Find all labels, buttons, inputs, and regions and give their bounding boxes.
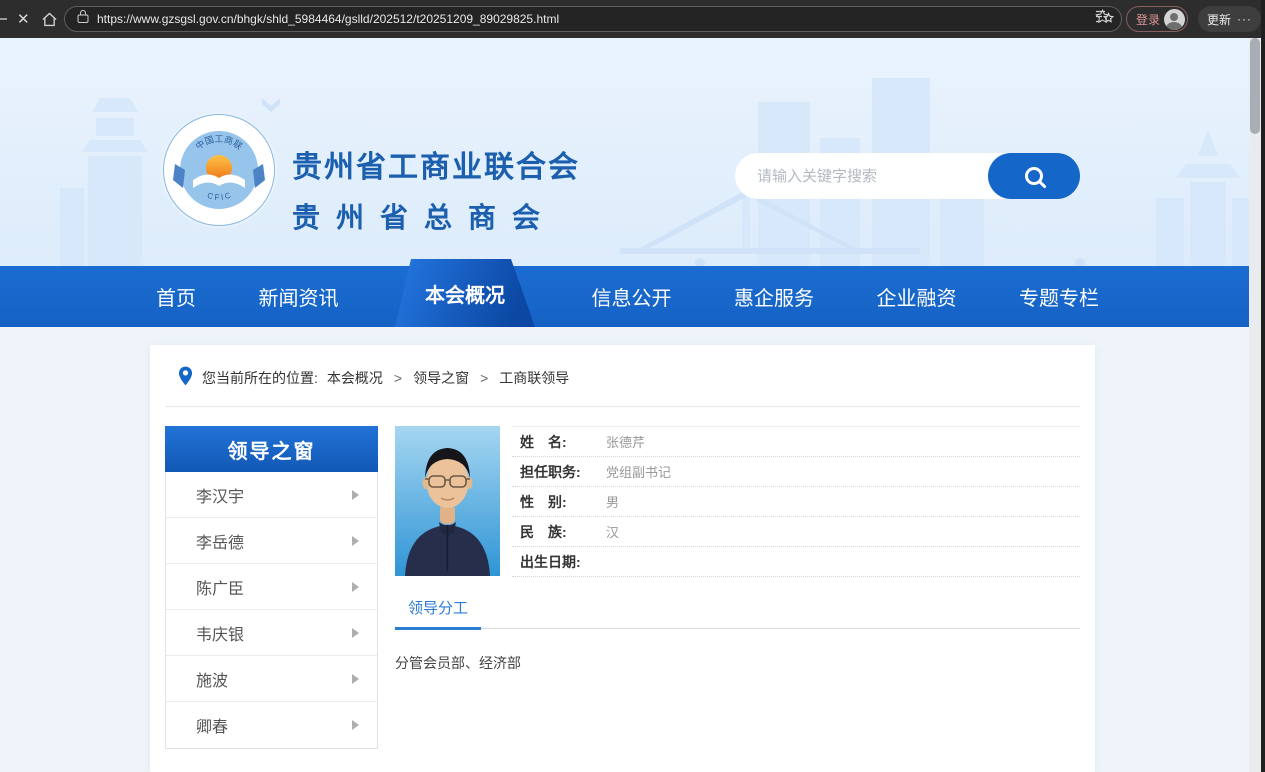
update-label: 更新 xyxy=(1207,11,1231,28)
page: ✕ https://www.gzsgsl.gov.cn/bhgk/shld_59… xyxy=(0,0,1265,772)
scrollbar-thumb[interactable] xyxy=(1250,38,1260,134)
breadcrumb-prefix: 您当前所在的位置: xyxy=(202,368,318,388)
login-label: 登录 xyxy=(1136,11,1160,28)
field-row-name: 姓 名: 张德芹 xyxy=(512,427,1080,457)
chevron-right-icon xyxy=(352,674,359,684)
nav-item-news[interactable]: 新闻资讯 xyxy=(253,266,345,327)
sidebar-item-shi-bo[interactable]: 施波 xyxy=(166,656,377,702)
nav-item-special-topics[interactable]: 专题专栏 xyxy=(1013,266,1105,327)
location-pin-icon xyxy=(178,366,193,389)
breadcrumb-item-about[interactable]: 本会概况 xyxy=(327,368,383,388)
url-text[interactable]: https://www.gzsgsl.gov.cn/bhgk/shld_5984… xyxy=(97,12,1094,26)
browser-update-button[interactable]: 更新 ··· xyxy=(1198,6,1261,32)
chevron-right-icon xyxy=(352,582,359,592)
main-nav: 首页 新闻资讯 本会概况 信息公开 惠企服务 企业融资 专题专栏 xyxy=(0,266,1265,327)
tab-leader-duties[interactable]: 领导分工 xyxy=(395,597,481,630)
chevron-right-icon xyxy=(352,536,359,546)
breadcrumb-separator: > xyxy=(480,370,488,386)
breadcrumb: 您当前所在的位置: 本会概况 > 领导之窗 > 工商联领导 xyxy=(150,345,1095,406)
lock-icon xyxy=(77,9,89,29)
nav-item-about-active[interactable]: 本会概况 xyxy=(395,259,535,327)
sidebar-item-li-yuede[interactable]: 李岳德 xyxy=(166,518,377,564)
sidebar-item-qing-chun[interactable]: 卿春 xyxy=(166,702,377,748)
browser-menu-icon[interactable]: ··· xyxy=(1237,12,1252,26)
chevron-right-icon xyxy=(352,490,359,500)
leaders-sidebar: 领导之窗 李汉宇 李岳德 陈广臣 韦庆银 施波 卿春 xyxy=(165,426,378,749)
duty-description: 分管会员部、经济部 xyxy=(395,653,1080,673)
search-icon xyxy=(1025,167,1043,185)
nav-item-home[interactable]: 首页 xyxy=(150,266,202,327)
sidebar-item-chen-guangchen[interactable]: 陈广臣 xyxy=(166,564,377,610)
toolbar-edge-fragment xyxy=(0,18,7,20)
content-card: 您当前所在的位置: 本会概况 > 领导之窗 > 工商联领导 领导之窗 李汉宇 李… xyxy=(150,345,1095,772)
window-edge xyxy=(1261,0,1265,772)
close-tab-icon[interactable]: ✕ xyxy=(17,0,30,38)
breadcrumb-item-leaders-window[interactable]: 领导之窗 xyxy=(413,368,469,388)
site-search xyxy=(735,153,1080,199)
leader-portrait-photo xyxy=(395,426,500,576)
org-title-line2: 贵州省总商会 xyxy=(292,196,580,236)
sidebar-item-li-hanyu[interactable]: 李汉宇 xyxy=(166,472,377,518)
chevron-right-icon xyxy=(352,720,359,730)
page-scrollbar[interactable] xyxy=(1249,38,1261,772)
login-button[interactable]: 登录 xyxy=(1126,6,1188,32)
org-logo: 中国工商联 C F I C xyxy=(163,114,275,226)
home-icon[interactable] xyxy=(41,11,58,33)
profile-avatar-icon xyxy=(1164,9,1185,30)
field-row-gender: 性 别: 男 xyxy=(512,487,1080,517)
nav-item-enterprise-services[interactable]: 惠企服务 xyxy=(728,266,820,327)
org-title-line1: 贵州省工商业联合会 xyxy=(292,142,580,186)
breadcrumb-item-federation-leaders[interactable]: 工商联领导 xyxy=(499,368,569,388)
site-header: 中国工商联 C F I C 贵州省工商业联合会 贵州省总商会 xyxy=(0,38,1265,266)
sidebar-item-wei-qingyin[interactable]: 韦庆银 xyxy=(166,610,377,656)
field-row-ethnicity: 民 族: 汉 xyxy=(512,517,1080,547)
browser-chrome: ✕ https://www.gzsgsl.gov.cn/bhgk/shld_59… xyxy=(0,0,1265,38)
address-bar[interactable]: https://www.gzsgsl.gov.cn/bhgk/shld_5984… xyxy=(64,6,1122,32)
profile-tabs: 领导分工 xyxy=(395,597,1080,629)
nav-item-enterprise-financing[interactable]: 企业融资 xyxy=(871,266,963,327)
field-row-position: 担任职务: 党组副书记 xyxy=(512,457,1080,487)
collections-icon[interactable] xyxy=(1095,9,1114,30)
leader-profile: 姓 名: 张德芹 担任职务: 党组副书记 性 别: 男 民 族: xyxy=(395,426,1080,749)
sidebar-title: 领导之窗 xyxy=(165,426,378,472)
chevron-right-icon xyxy=(352,628,359,638)
search-button[interactable] xyxy=(988,153,1080,199)
breadcrumb-separator: > xyxy=(394,370,402,386)
nav-item-info-disclosure[interactable]: 信息公开 xyxy=(586,266,678,327)
profile-fields-table: 姓 名: 张德芹 担任职务: 党组副书记 性 别: 男 民 族: xyxy=(512,426,1080,577)
field-row-birthdate: 出生日期: xyxy=(512,547,1080,577)
